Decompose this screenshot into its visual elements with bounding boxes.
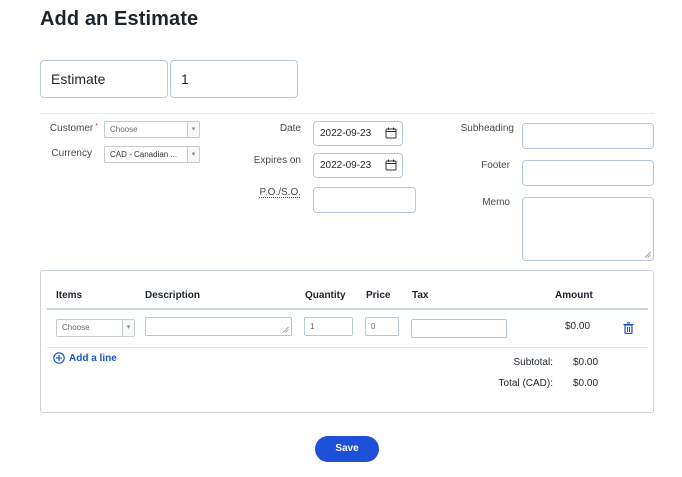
memo-label: Memo	[482, 197, 510, 208]
resize-handle-icon[interactable]	[644, 251, 651, 258]
col-description: Description	[145, 290, 201, 301]
subheading-label: Subheading	[460, 123, 514, 134]
total-label: Total (CAD):	[498, 378, 553, 389]
currency-select[interactable]: CAD - Canadian ... ▾	[104, 146, 200, 163]
col-tax: Tax	[412, 290, 429, 301]
total-value: $0.00	[573, 378, 599, 389]
row-amount: $0.00	[565, 321, 591, 332]
po-label: P.O./S.O.	[259, 187, 302, 198]
quantity-input[interactable]: 1	[304, 317, 353, 336]
subtotal-value: $0.00	[573, 357, 599, 368]
plus-circle-icon	[53, 352, 65, 364]
add-line-button[interactable]: Add a line	[53, 352, 117, 364]
item-select-value: Choose	[62, 323, 90, 332]
calendar-icon[interactable]	[385, 159, 397, 171]
footer-label: Footer	[481, 160, 510, 171]
expires-value: 2022-09-23	[320, 160, 372, 171]
trash-icon[interactable]	[623, 322, 634, 334]
customer-label: Customer *	[49, 123, 98, 134]
date-value: 2022-09-23	[320, 128, 372, 139]
doc-number-input[interactable]	[170, 60, 298, 98]
col-quantity: Quantity	[305, 290, 346, 301]
expires-label: Expires on	[253, 155, 301, 166]
save-button[interactable]: Save	[315, 436, 379, 462]
memo-textarea[interactable]	[522, 197, 654, 261]
table-header-divider	[47, 308, 648, 310]
row-divider	[47, 347, 648, 348]
page-title: Add an Estimate	[40, 8, 199, 30]
col-price: Price	[366, 290, 391, 301]
po-input[interactable]	[313, 187, 416, 213]
calendar-icon[interactable]	[385, 127, 397, 139]
price-input[interactable]: 0	[365, 317, 399, 336]
add-line-label: Add a line	[69, 352, 117, 364]
required-mark: *	[95, 123, 98, 130]
customer-select-value: Choose	[110, 125, 138, 134]
col-amount: Amount	[555, 290, 593, 301]
col-items: Items	[56, 290, 83, 301]
chevron-down-icon: ▾	[187, 122, 199, 137]
customer-select[interactable]: Choose ▾	[104, 121, 200, 138]
date-input[interactable]: 2022-09-23	[313, 121, 403, 146]
section-divider	[40, 113, 654, 114]
subheading-input[interactable]	[522, 123, 654, 149]
currency-select-value: CAD - Canadian ...	[110, 150, 178, 159]
date-label: Date	[279, 123, 301, 134]
footer-input[interactable]	[522, 160, 654, 186]
item-select[interactable]: Choose ▾	[56, 319, 135, 337]
resize-handle-icon[interactable]	[282, 326, 289, 333]
currency-label: Currency	[51, 148, 92, 159]
tax-input[interactable]	[411, 319, 507, 338]
expires-input[interactable]: 2022-09-23	[313, 153, 403, 178]
subtotal-label: Subtotal:	[513, 357, 553, 368]
chevron-down-icon: ▾	[122, 320, 134, 336]
doc-type-input[interactable]	[40, 60, 168, 98]
chevron-down-icon: ▾	[187, 147, 199, 162]
description-input[interactable]	[145, 317, 292, 336]
